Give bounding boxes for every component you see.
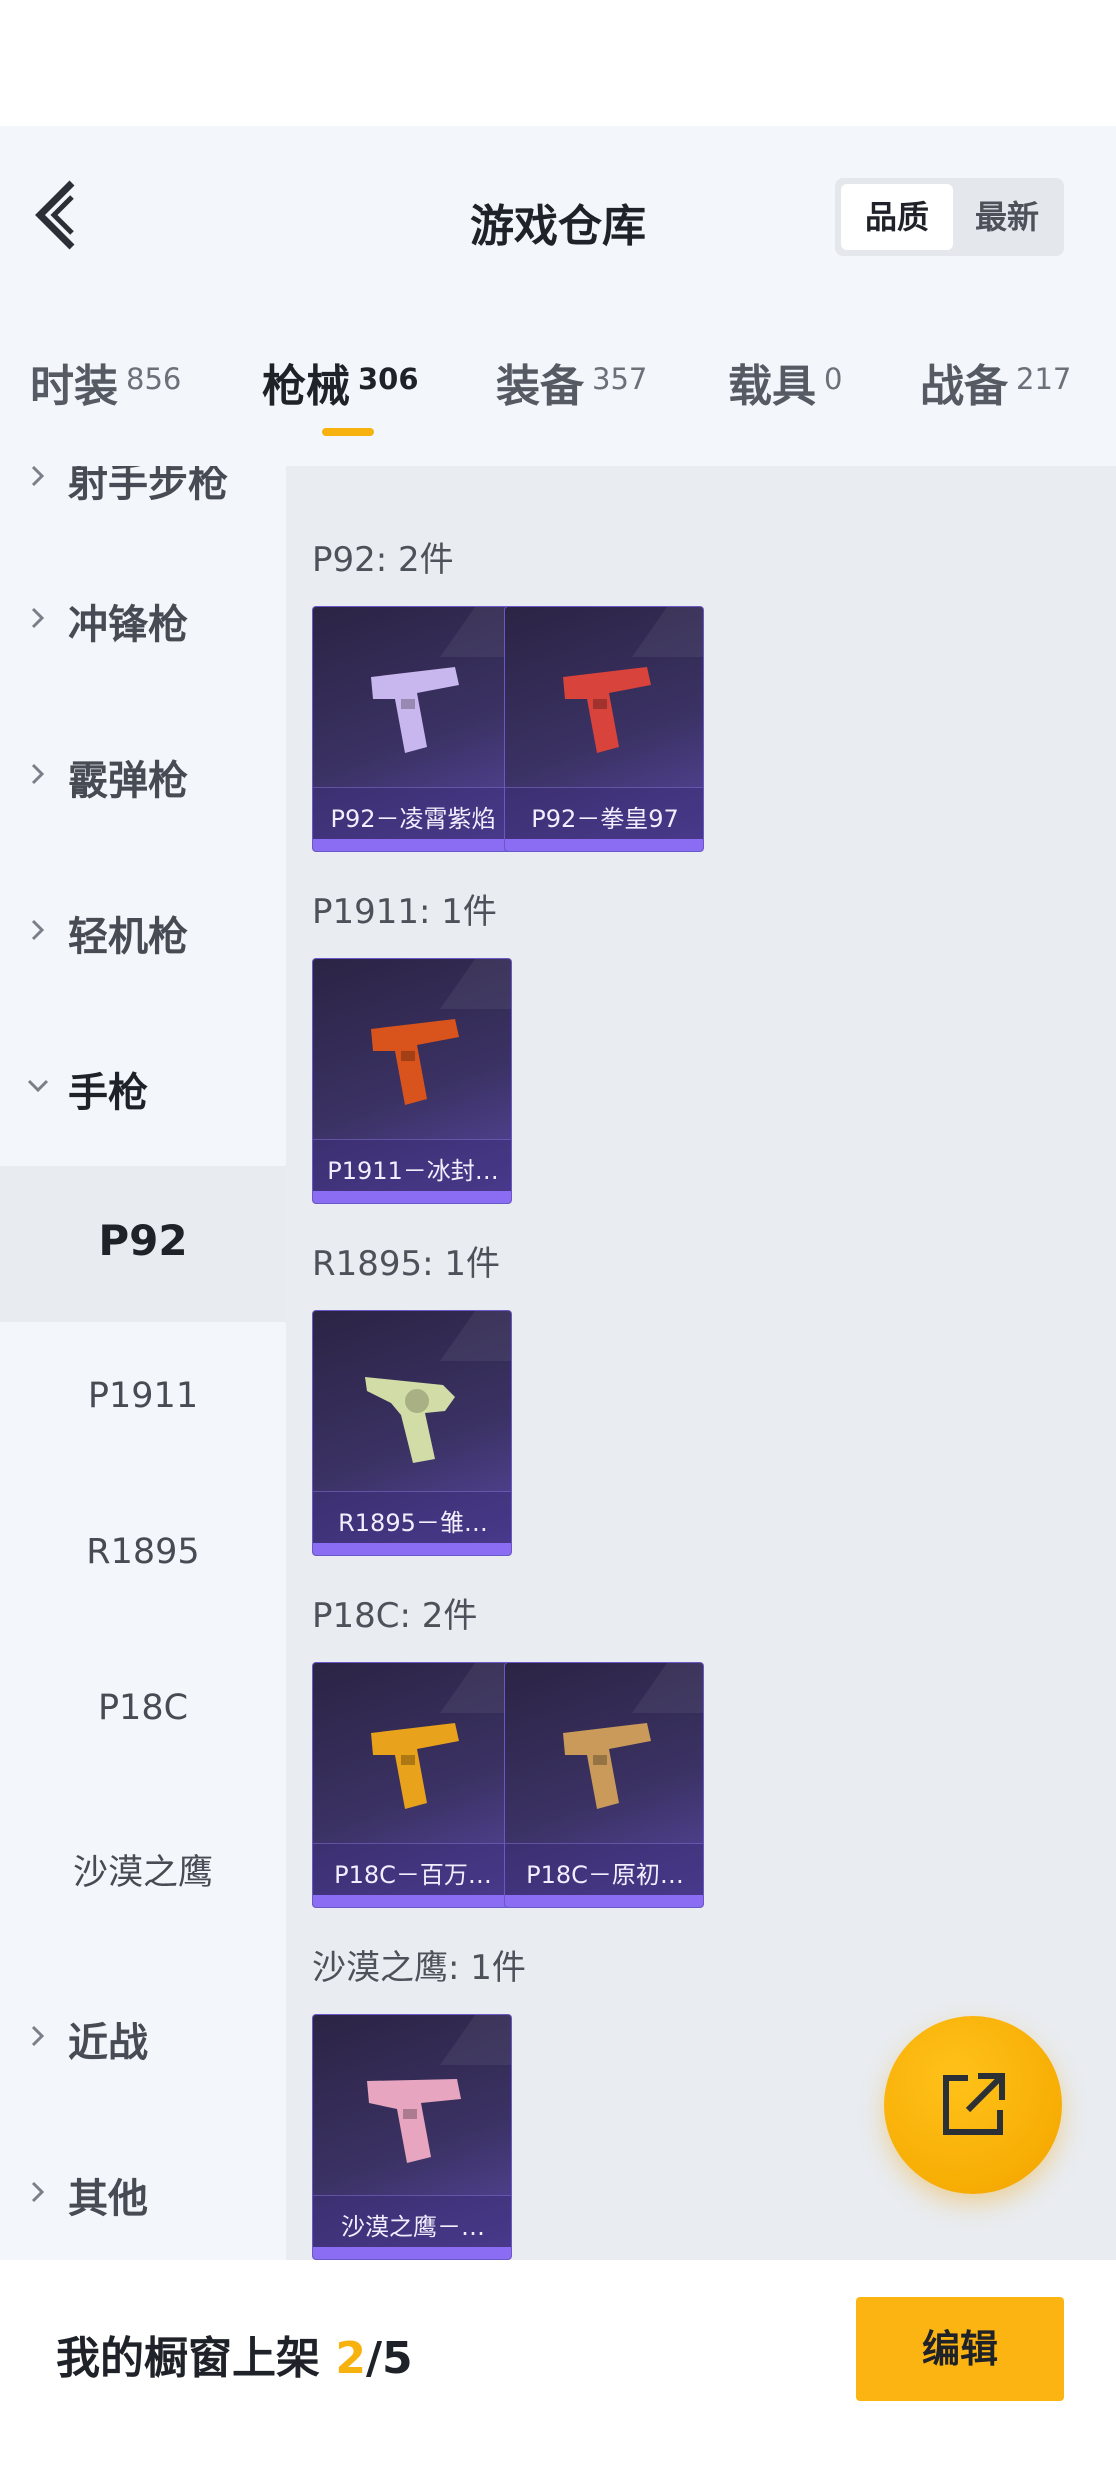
- sort-option-quality[interactable]: 品质: [841, 184, 953, 250]
- group-title: P1911: 1件: [312, 892, 497, 932]
- tab-outfits[interactable]: 时装 856: [30, 350, 182, 412]
- item-card[interactable]: 沙漠之鹰－…: [312, 2014, 512, 2260]
- card-rarity-bar: [313, 839, 511, 851]
- item-name: P92－凌霄紫焰: [330, 805, 496, 833]
- item-card[interactable]: P18C－百万…: [312, 1662, 512, 1908]
- tab-supplies[interactable]: 战备 217: [920, 350, 1072, 412]
- item-name: P18C－百万…: [334, 1861, 492, 1889]
- sort-toggle: 品质 最新: [835, 178, 1064, 256]
- active-tab-indicator: [322, 428, 374, 436]
- group-title: 沙漠之鹰: 1件: [312, 1948, 526, 1988]
- shelf-label: 我的橱窗上架: [56, 2333, 320, 2384]
- sidebar-item-marksman-rifle[interactable]: 射手步枪: [0, 466, 286, 516]
- item-card[interactable]: R1895－雏…: [312, 1310, 512, 1556]
- share-external-icon: [943, 2073, 1005, 2135]
- tab-count: 306: [358, 362, 419, 396]
- group-title: P18C: 2件: [312, 1596, 478, 1636]
- shelf-total-count: /5: [365, 2333, 413, 2384]
- card-rarity-bar: [505, 839, 703, 851]
- pistol-icon: [563, 667, 651, 753]
- sidebar-sub-r1895[interactable]: R1895: [0, 1532, 286, 1572]
- status-bar: [0, 0, 1116, 126]
- tab-label: 枪械: [262, 361, 350, 412]
- item-grid: P92: 2件 P92－凌霄紫焰 P92－拳皇97 P1911: 1件 P191…: [286, 466, 1116, 2260]
- sidebar-item-melee[interactable]: 近战: [0, 1996, 286, 2076]
- tab-label: 战备: [920, 361, 1008, 412]
- sidebar-item-label: 近战: [68, 2020, 148, 2066]
- sidebar-item-label: 轻机枪: [68, 914, 188, 960]
- item-name: P18C－原初…: [526, 1861, 684, 1889]
- sidebar-item-shotgun[interactable]: 霰弹枪: [0, 734, 286, 814]
- chevron-right-icon: [31, 2025, 45, 2047]
- card-rarity-bar: [313, 2247, 511, 2259]
- sidebar-item-label: 射手步枪: [68, 466, 228, 506]
- sidebar-item-other[interactable]: 其他: [0, 2152, 286, 2232]
- item-card[interactable]: P92－拳皇97: [504, 606, 704, 852]
- item-name: 沙漠之鹰－…: [341, 2213, 485, 2241]
- group-title: P92: 2件: [312, 540, 454, 580]
- tab-count: 357: [592, 362, 648, 396]
- tab-label: 时装: [30, 361, 118, 412]
- item-card[interactable]: P1911－冰封…: [312, 958, 512, 1204]
- showcase-shelf-status: 我的橱窗上架 2/5: [56, 2322, 413, 2386]
- pistol-icon: [371, 1723, 459, 1809]
- header: [0, 126, 1116, 466]
- pistol-icon: [563, 1723, 651, 1809]
- item-card[interactable]: P18C－原初…: [504, 1662, 704, 1908]
- item-name: R1895－雏…: [338, 1509, 488, 1537]
- revolver-icon: [365, 1377, 455, 1463]
- category-sidebar: 射手步枪 冲锋枪 霰弹枪 轻机枪 手枪 P92 P1911 R1895 P18C…: [0, 466, 286, 2260]
- chevron-right-icon: [31, 607, 45, 629]
- tab-firearms[interactable]: 枪械 306: [262, 350, 419, 412]
- chevron-right-icon: [31, 763, 45, 785]
- card-rarity-bar: [313, 1191, 511, 1203]
- tab-equipment[interactable]: 装备 357: [496, 350, 648, 412]
- tab-count: 0: [824, 362, 843, 396]
- sidebar-sub-p92[interactable]: P92: [0, 1166, 286, 1322]
- sidebar-item-label: 手枪: [68, 1070, 148, 1116]
- card-rarity-bar: [313, 1895, 511, 1907]
- tab-label: 装备: [496, 361, 584, 412]
- sidebar-sub-p18c[interactable]: P18C: [0, 1688, 286, 1728]
- pistol-icon: [371, 667, 459, 753]
- edit-button[interactable]: 编辑: [856, 2297, 1064, 2401]
- sidebar-sub-desert-eagle[interactable]: 沙漠之鹰: [0, 1844, 286, 1895]
- sidebar-item-smg[interactable]: 冲锋枪: [0, 578, 286, 658]
- card-rarity-bar: [505, 1895, 703, 1907]
- sidebar-sub-p1911[interactable]: P1911: [0, 1376, 286, 1416]
- chevron-down-icon: [27, 1079, 49, 1093]
- sidebar-sub-label: P92: [98, 1216, 188, 1265]
- item-card[interactable]: P92－凌霄紫焰: [312, 606, 512, 852]
- tab-vehicles[interactable]: 载具 0: [728, 350, 843, 412]
- pistol-icon: [367, 2079, 461, 2163]
- group-title: R1895: 1件: [312, 1244, 501, 1284]
- tab-count: 217: [1016, 362, 1072, 396]
- tab-label: 载具: [728, 361, 816, 412]
- sidebar-item-label: 冲锋枪: [68, 602, 188, 648]
- sidebar-item-label: 其他: [68, 2176, 148, 2222]
- item-name: P1911－冰封…: [327, 1157, 499, 1185]
- pistol-icon: [371, 1019, 459, 1105]
- sort-option-newest[interactable]: 最新: [953, 184, 1061, 250]
- chevron-right-icon: [31, 2181, 45, 2203]
- chevron-right-icon: [31, 919, 45, 941]
- card-rarity-bar: [313, 1543, 511, 1555]
- sidebar-item-lmg[interactable]: 轻机枪: [0, 890, 286, 970]
- shelf-current-count: 2: [335, 2333, 366, 2384]
- tab-count: 856: [126, 362, 182, 396]
- sidebar-item-label: 霰弹枪: [68, 758, 188, 804]
- item-name: P92－拳皇97: [531, 805, 679, 833]
- share-fab[interactable]: [884, 2016, 1062, 2194]
- chevron-right-icon: [31, 466, 45, 487]
- sidebar-item-pistol[interactable]: 手枪: [0, 1046, 286, 1126]
